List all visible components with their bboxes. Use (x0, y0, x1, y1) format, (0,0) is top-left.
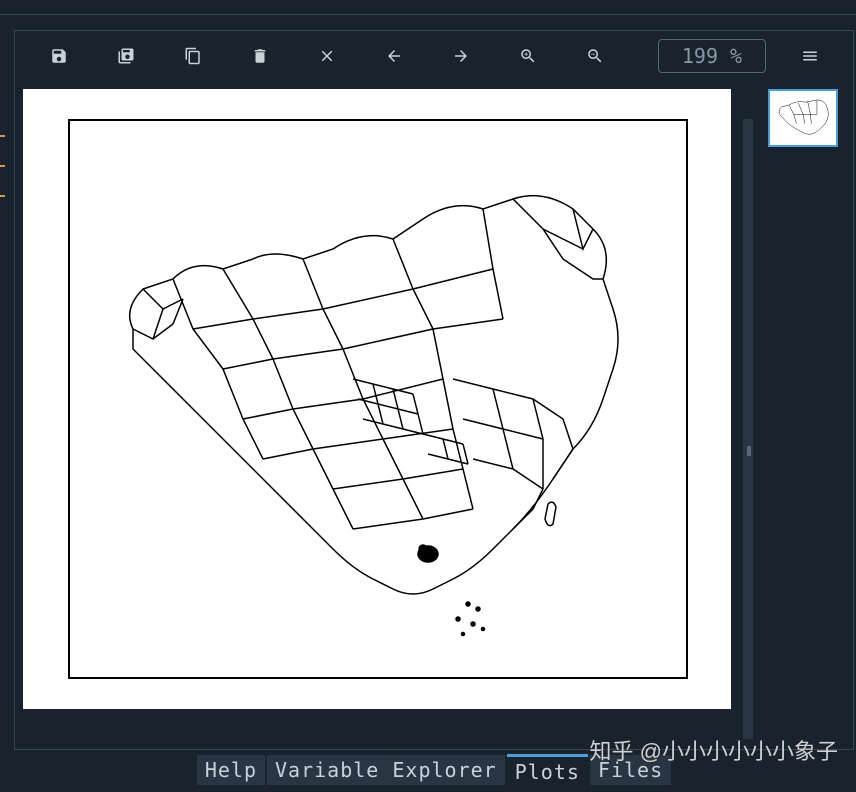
arrow-left-icon (385, 47, 403, 65)
plots-panel (14, 30, 854, 750)
prev-button[interactable] (360, 36, 427, 76)
vertical-scrollbar[interactable] (743, 119, 753, 739)
delete-icon (251, 47, 269, 65)
tab-plots[interactable]: Plots (507, 754, 588, 787)
marker (0, 135, 5, 137)
next-button[interactable] (427, 36, 494, 76)
plot-thumbnail[interactable] (768, 89, 838, 147)
marker (0, 165, 5, 167)
plots-toolbar (15, 31, 853, 81)
copy-icon (184, 47, 202, 65)
title-bar (0, 0, 856, 15)
remove-all-icon (318, 47, 336, 65)
china-map-plot (73, 129, 683, 669)
zoom-in-icon (519, 47, 537, 65)
zoom-in-button[interactable] (494, 36, 561, 76)
save-icon (50, 47, 68, 65)
marker (0, 195, 5, 197)
copy-button[interactable] (159, 36, 226, 76)
zoom-out-button[interactable] (561, 36, 628, 76)
zoom-out-icon (586, 47, 604, 65)
plot-canvas[interactable] (23, 89, 731, 709)
bottom-tabs: Help Variable Explorer Plots Files (14, 756, 854, 784)
hamburger-icon (801, 47, 819, 65)
save-all-icon (117, 47, 135, 65)
thumbnail-panel (753, 81, 853, 749)
remove-all-button[interactable] (293, 36, 360, 76)
tab-files[interactable]: Files (590, 755, 671, 785)
plot-viewport (15, 81, 753, 749)
left-markers (0, 135, 8, 225)
arrow-right-icon (452, 47, 470, 65)
delete-button[interactable] (226, 36, 293, 76)
plot-content (15, 81, 853, 749)
splitter-handle[interactable] (747, 446, 751, 456)
menu-button[interactable] (776, 36, 843, 76)
thumbnail-map (770, 91, 836, 145)
tab-help[interactable]: Help (197, 755, 265, 785)
left-gutter (0, 15, 8, 792)
save-button[interactable] (25, 36, 92, 76)
zoom-field-wrap (658, 39, 766, 73)
save-all-button[interactable] (92, 36, 159, 76)
tab-variable-explorer[interactable]: Variable Explorer (267, 755, 505, 785)
zoom-input[interactable] (659, 44, 765, 68)
